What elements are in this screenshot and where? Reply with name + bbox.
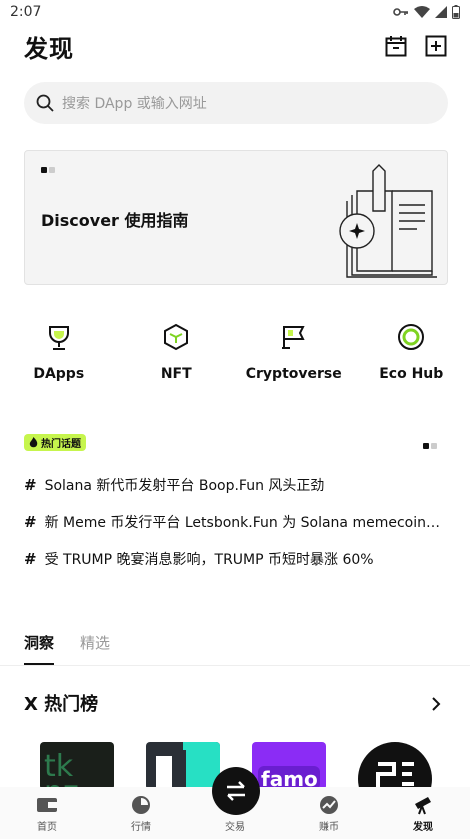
nav-home[interactable]: 首页 [0, 787, 94, 839]
banner-title: Discover 使用指南 [41, 211, 189, 230]
quick-link-dapps[interactable]: DApps [0, 322, 118, 382]
tab-insights[interactable]: 洞察 [24, 632, 55, 665]
history-icon[interactable] [384, 34, 408, 58]
section-title: X 热门榜 [24, 694, 99, 715]
trophy-icon [48, 326, 69, 350]
hot-topics-badge: 热门话题 [24, 434, 86, 451]
trending-card[interactable] [358, 742, 432, 790]
signal-icon [435, 6, 447, 18]
hashtag-icon: # [24, 550, 37, 568]
nav-markets[interactable]: 行情 [94, 787, 188, 839]
nav-discover[interactable]: 发现 [376, 787, 470, 839]
fire-icon [29, 437, 38, 448]
flag-icon [281, 326, 305, 349]
topic-item[interactable]: # Solana 新代币发射平台 Boop.Fun 风头正劲 [24, 475, 444, 495]
markets-icon [132, 796, 150, 814]
quick-link-cryptoverse[interactable]: Cryptoverse [235, 322, 353, 382]
battery-icon [452, 5, 460, 19]
topic-text: 新 Meme 币发行平台 Letsbonk.Fun 为 Solana memec… [44, 515, 440, 531]
trending-card[interactable] [146, 742, 220, 790]
book-illustration [339, 164, 437, 278]
trending-card[interactable]: tknz [40, 742, 114, 790]
header-actions [384, 34, 448, 58]
earn-icon [320, 796, 338, 814]
quick-link-eco-hub[interactable]: Eco Hub [353, 322, 470, 382]
status-icons [393, 5, 460, 19]
nav-label: 发现 [413, 822, 433, 833]
chevron-right-icon[interactable] [428, 694, 444, 714]
nav-earn[interactable]: 赚币 [282, 787, 376, 839]
discover-guide-banner[interactable]: Discover 使用指南 [24, 150, 448, 285]
quick-link-label: DApps [33, 366, 85, 382]
search-placeholder: 搜索 DApp 或输入网址 [62, 96, 207, 112]
status-time: 2:07 [10, 4, 42, 20]
add-icon[interactable] [424, 34, 448, 58]
status-bar: 2:07 [0, 0, 470, 24]
project-logo [358, 742, 432, 790]
hot-topics-label: 热门话题 [41, 439, 81, 450]
topic-text: 受 TRUMP 晚宴消息影响，TRUMP 币短时暴涨 60% [44, 552, 374, 568]
quick-links: DApps NFT Cryptoverse Eco Hub [0, 322, 470, 382]
search-icon [36, 94, 54, 112]
hashtag-icon: # [24, 476, 37, 494]
key-icon [393, 8, 408, 16]
topic-text: Solana 新代币发射平台 Boop.Fun 风头正劲 [44, 478, 325, 494]
quick-link-label: Cryptoverse [245, 366, 342, 382]
ring-icon [398, 324, 425, 350]
project-logo: famo [258, 766, 320, 790]
quick-link-label: NFT [160, 366, 192, 382]
nav-label: 行情 [131, 822, 151, 833]
tab-featured[interactable]: 精选 [80, 632, 110, 665]
content-tabs: 洞察 精选 [24, 632, 110, 665]
nav-label: 首页 [37, 822, 57, 833]
trade-button[interactable] [212, 767, 260, 815]
wifi-icon [414, 6, 430, 18]
home-icon [37, 798, 57, 812]
telescope-icon [415, 797, 431, 815]
search-input[interactable]: 搜索 DApp 或输入网址 [24, 82, 448, 124]
quick-link-nft[interactable]: NFT [118, 322, 236, 382]
hashtag-icon: # [24, 513, 37, 531]
banner-pagination [41, 167, 55, 173]
topic-item[interactable]: # 新 Meme 币发行平台 Letsbonk.Fun 为 Solana mem… [24, 512, 444, 532]
header: 发现 [24, 28, 448, 64]
swap-icon [227, 781, 245, 801]
trending-card[interactable]: famo [252, 742, 326, 790]
cube-icon [164, 323, 189, 351]
quick-link-label: Eco Hub [379, 366, 444, 382]
topic-item[interactable]: # 受 TRUMP 晚宴消息影响，TRUMP 币短时暴涨 60% [24, 549, 444, 569]
project-logo: tknz [44, 749, 79, 790]
nav-label: 赚币 [319, 822, 339, 833]
topics-pagination [423, 443, 437, 449]
nav-label: 交易 [225, 822, 245, 833]
tabs-divider [0, 665, 470, 666]
page-title: 发现 [24, 34, 74, 63]
project-logo [156, 742, 220, 790]
